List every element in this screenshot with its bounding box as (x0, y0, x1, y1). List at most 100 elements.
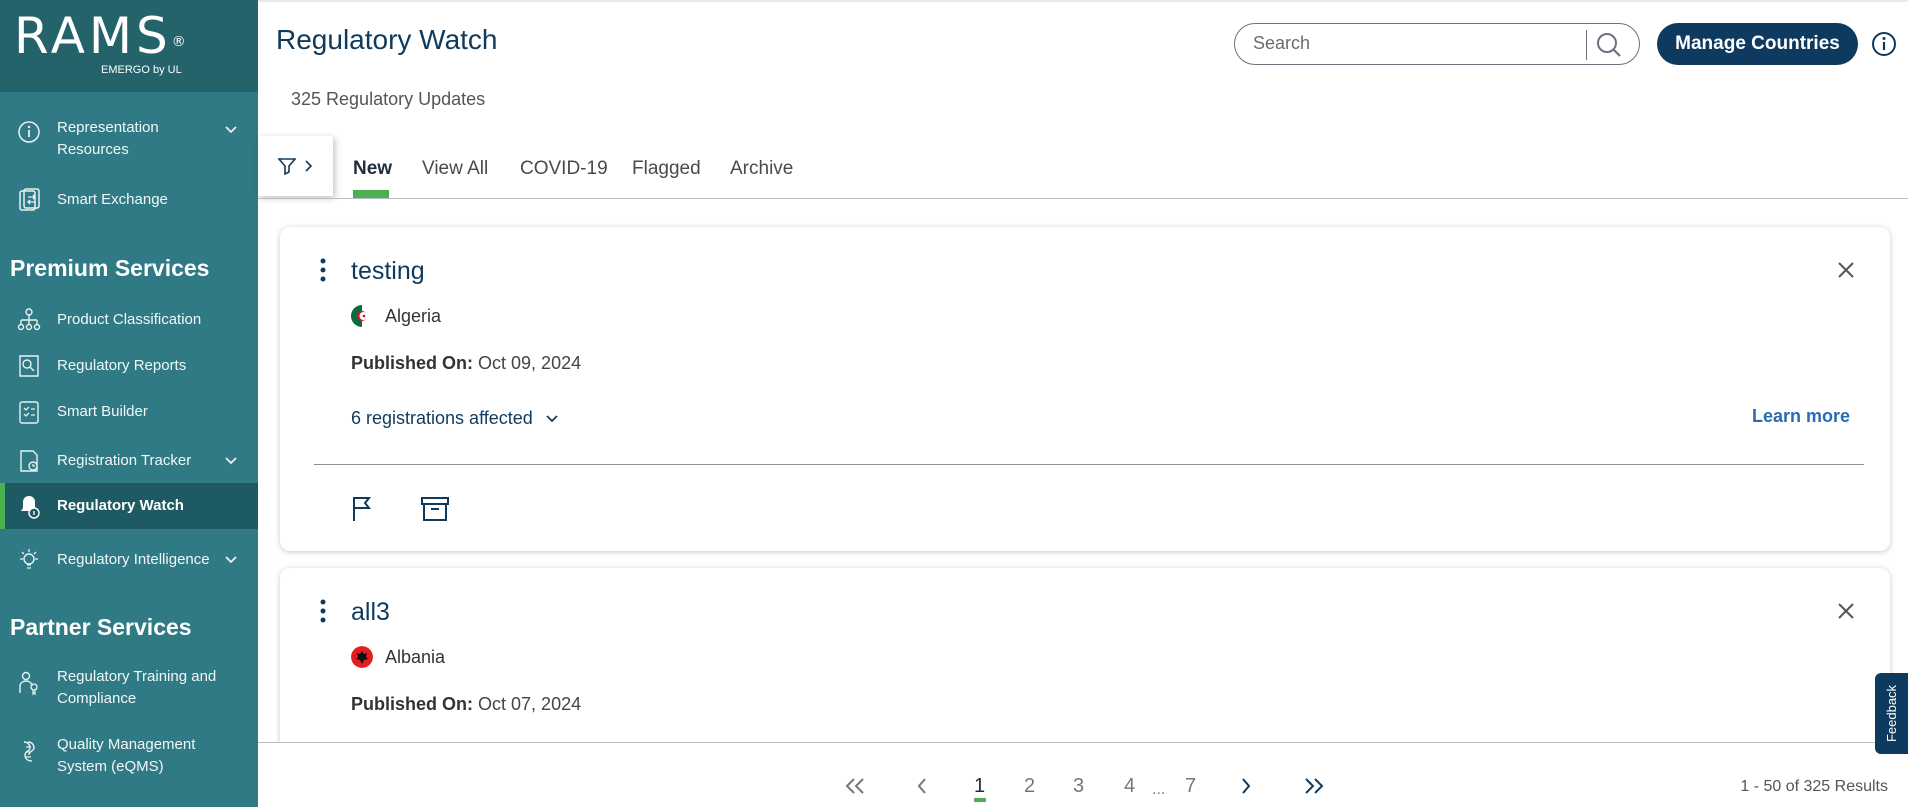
published-date: Published On: Oct 09, 2024 (351, 353, 581, 374)
search-box (1234, 23, 1640, 65)
close-icon[interactable] (1836, 260, 1856, 280)
kebab-menu-icon[interactable] (318, 598, 328, 626)
sidebar-item-regulatory-training[interactable]: Regulatory Training and Compliance (0, 666, 258, 712)
sidebar-item-label: Regulatory Watch (57, 497, 184, 514)
published-date: Published On: Oct 07, 2024 (351, 694, 581, 715)
country-row: Algeria (351, 305, 441, 327)
pagination: 1 2 3 4 ... 7 1 - 50 of 325 Results (258, 742, 1908, 807)
results-summary: 1 - 50 of 325 Results (1740, 778, 1888, 795)
sidebar-item-smart-exchange[interactable]: Smart Exchange (0, 188, 258, 215)
trainer-icon (19, 671, 38, 696)
update-card: all3 Albania Published On: Oct 07, 2024 (280, 568, 1890, 768)
published-value: Oct 09, 2024 (478, 353, 582, 373)
filter-icon (277, 158, 296, 175)
kebab-menu-icon[interactable] (318, 257, 328, 285)
sidebar-item-label: Smart Builder (57, 403, 148, 420)
report-search-icon (19, 355, 39, 377)
card-title[interactable]: testing (351, 257, 425, 286)
published-label: Published On: (351, 694, 474, 714)
search-icon[interactable] (1595, 31, 1623, 59)
page-2[interactable]: 2 (1024, 775, 1035, 798)
logo[interactable]: RAMS® EMERGO by UL (0, 0, 258, 92)
published-label: Published On: (351, 353, 474, 373)
sidebar-item-label: Smart Exchange (57, 191, 168, 208)
sidebar-item-label: Quality Management System (eQMS) (57, 736, 196, 775)
feedback-label: Feedback (1884, 684, 1899, 743)
checklist-icon (19, 401, 39, 424)
page-4[interactable]: 4 (1124, 775, 1135, 798)
filter-toggle[interactable] (258, 136, 333, 196)
update-card: testing Algeria Published On: Oct 09, 20… (280, 227, 1890, 551)
sidebar-item-label: Product Classification (57, 311, 202, 328)
chevron-down-icon[interactable] (224, 454, 238, 468)
sidebar-item-smart-builder[interactable]: Smart Builder (0, 401, 258, 427)
registrations-affected-toggle[interactable]: 6 registrations affected (351, 408, 559, 429)
bulb-icon (20, 549, 38, 569)
info-circle-icon (18, 121, 40, 143)
next-page-icon[interactable] (1240, 777, 1252, 795)
active-tab-indicator (353, 190, 389, 198)
updates-count: 325 Regulatory Updates (291, 89, 486, 109)
main-content: Regulatory Watch 325 Regulatory Updates … (258, 0, 1908, 807)
prev-page-icon[interactable] (916, 777, 928, 795)
tracker-icon (20, 450, 38, 472)
tab-new[interactable]: New (353, 158, 392, 180)
sidebar-item-label: Regulatory Reports (57, 357, 187, 374)
page-7[interactable]: 7 (1185, 775, 1196, 798)
tab-covid-19[interactable]: COVID-19 (520, 158, 608, 180)
logo-subtitle: EMERGO by UL (101, 64, 182, 76)
sidebar-item-label: Regulatory Training and Compliance (57, 668, 217, 707)
tab-flagged[interactable]: Flagged (632, 158, 701, 180)
feedback-tab[interactable]: Feedback (1875, 673, 1908, 754)
sidebar-item-representation-resources[interactable]: Representation Resources (0, 117, 258, 163)
bell-watch-icon (21, 496, 40, 519)
tab-archive[interactable]: Archive (730, 158, 793, 180)
tabs-divider (258, 198, 1908, 199)
partner-services-heading: Partner Services (10, 614, 192, 640)
logo-registered-mark: ® (171, 34, 186, 50)
country-row: Albania (351, 646, 445, 668)
sidebar-item-label: Representation Resources (57, 119, 159, 158)
close-icon[interactable] (1836, 601, 1856, 621)
country-name: Albania (385, 646, 446, 667)
registrations-affected-label: 6 registrations affected (351, 408, 533, 428)
first-page-icon[interactable] (844, 777, 866, 795)
page-3[interactable]: 3 (1073, 775, 1084, 798)
current-page-indicator (974, 798, 986, 802)
page-ellipsis: ... (1152, 781, 1166, 798)
page-title: Regulatory Watch (276, 24, 498, 55)
learn-more-link[interactable]: Learn more (1752, 406, 1850, 427)
chevron-down-icon[interactable] (224, 553, 238, 567)
sidebar: RAMS® EMERGO by UL Representation Resour… (0, 0, 258, 807)
chevron-down-icon[interactable] (224, 123, 238, 137)
card-divider (314, 464, 1864, 465)
country-name: Algeria (385, 305, 442, 326)
tab-view-all[interactable]: View All (422, 158, 488, 180)
sidebar-item-regulatory-intelligence[interactable]: Regulatory Intelligence (0, 549, 258, 575)
sidebar-item-regulatory-reports[interactable]: Regulatory Reports (0, 355, 258, 381)
chevron-down-icon (546, 414, 558, 422)
search-divider (1586, 30, 1587, 60)
albania-flag-icon (351, 646, 373, 668)
sidebar-item-registration-tracker[interactable]: Registration Tracker (0, 450, 258, 476)
search-input[interactable] (1253, 33, 1583, 54)
info-icon[interactable] (1871, 31, 1897, 57)
logo-text: RAMS (14, 7, 172, 65)
card-title[interactable]: all3 (351, 598, 390, 627)
published-value: Oct 07, 2024 (478, 694, 582, 714)
sidebar-item-regulatory-watch[interactable]: Regulatory Watch (0, 483, 258, 529)
manage-countries-button[interactable]: Manage Countries (1657, 23, 1858, 65)
page-1[interactable]: 1 (974, 775, 985, 798)
sidebar-item-label: Registration Tracker (57, 452, 192, 469)
sidebar-item-eqms[interactable]: Quality Management System (eQMS) (0, 734, 258, 780)
chevron-right-icon (304, 160, 312, 172)
last-page-icon[interactable] (1303, 777, 1325, 795)
premium-services-heading: Premium Services (10, 255, 210, 281)
sidebar-item-label: Regulatory Intelligence (57, 551, 210, 568)
archive-icon[interactable] (420, 495, 450, 523)
sidebar-item-product-classification[interactable]: Product Classification (0, 308, 258, 335)
algeria-flag-icon (351, 305, 373, 327)
qms-icon (23, 741, 35, 762)
exchange-doc-icon (19, 188, 40, 211)
flag-icon[interactable] (350, 495, 374, 523)
